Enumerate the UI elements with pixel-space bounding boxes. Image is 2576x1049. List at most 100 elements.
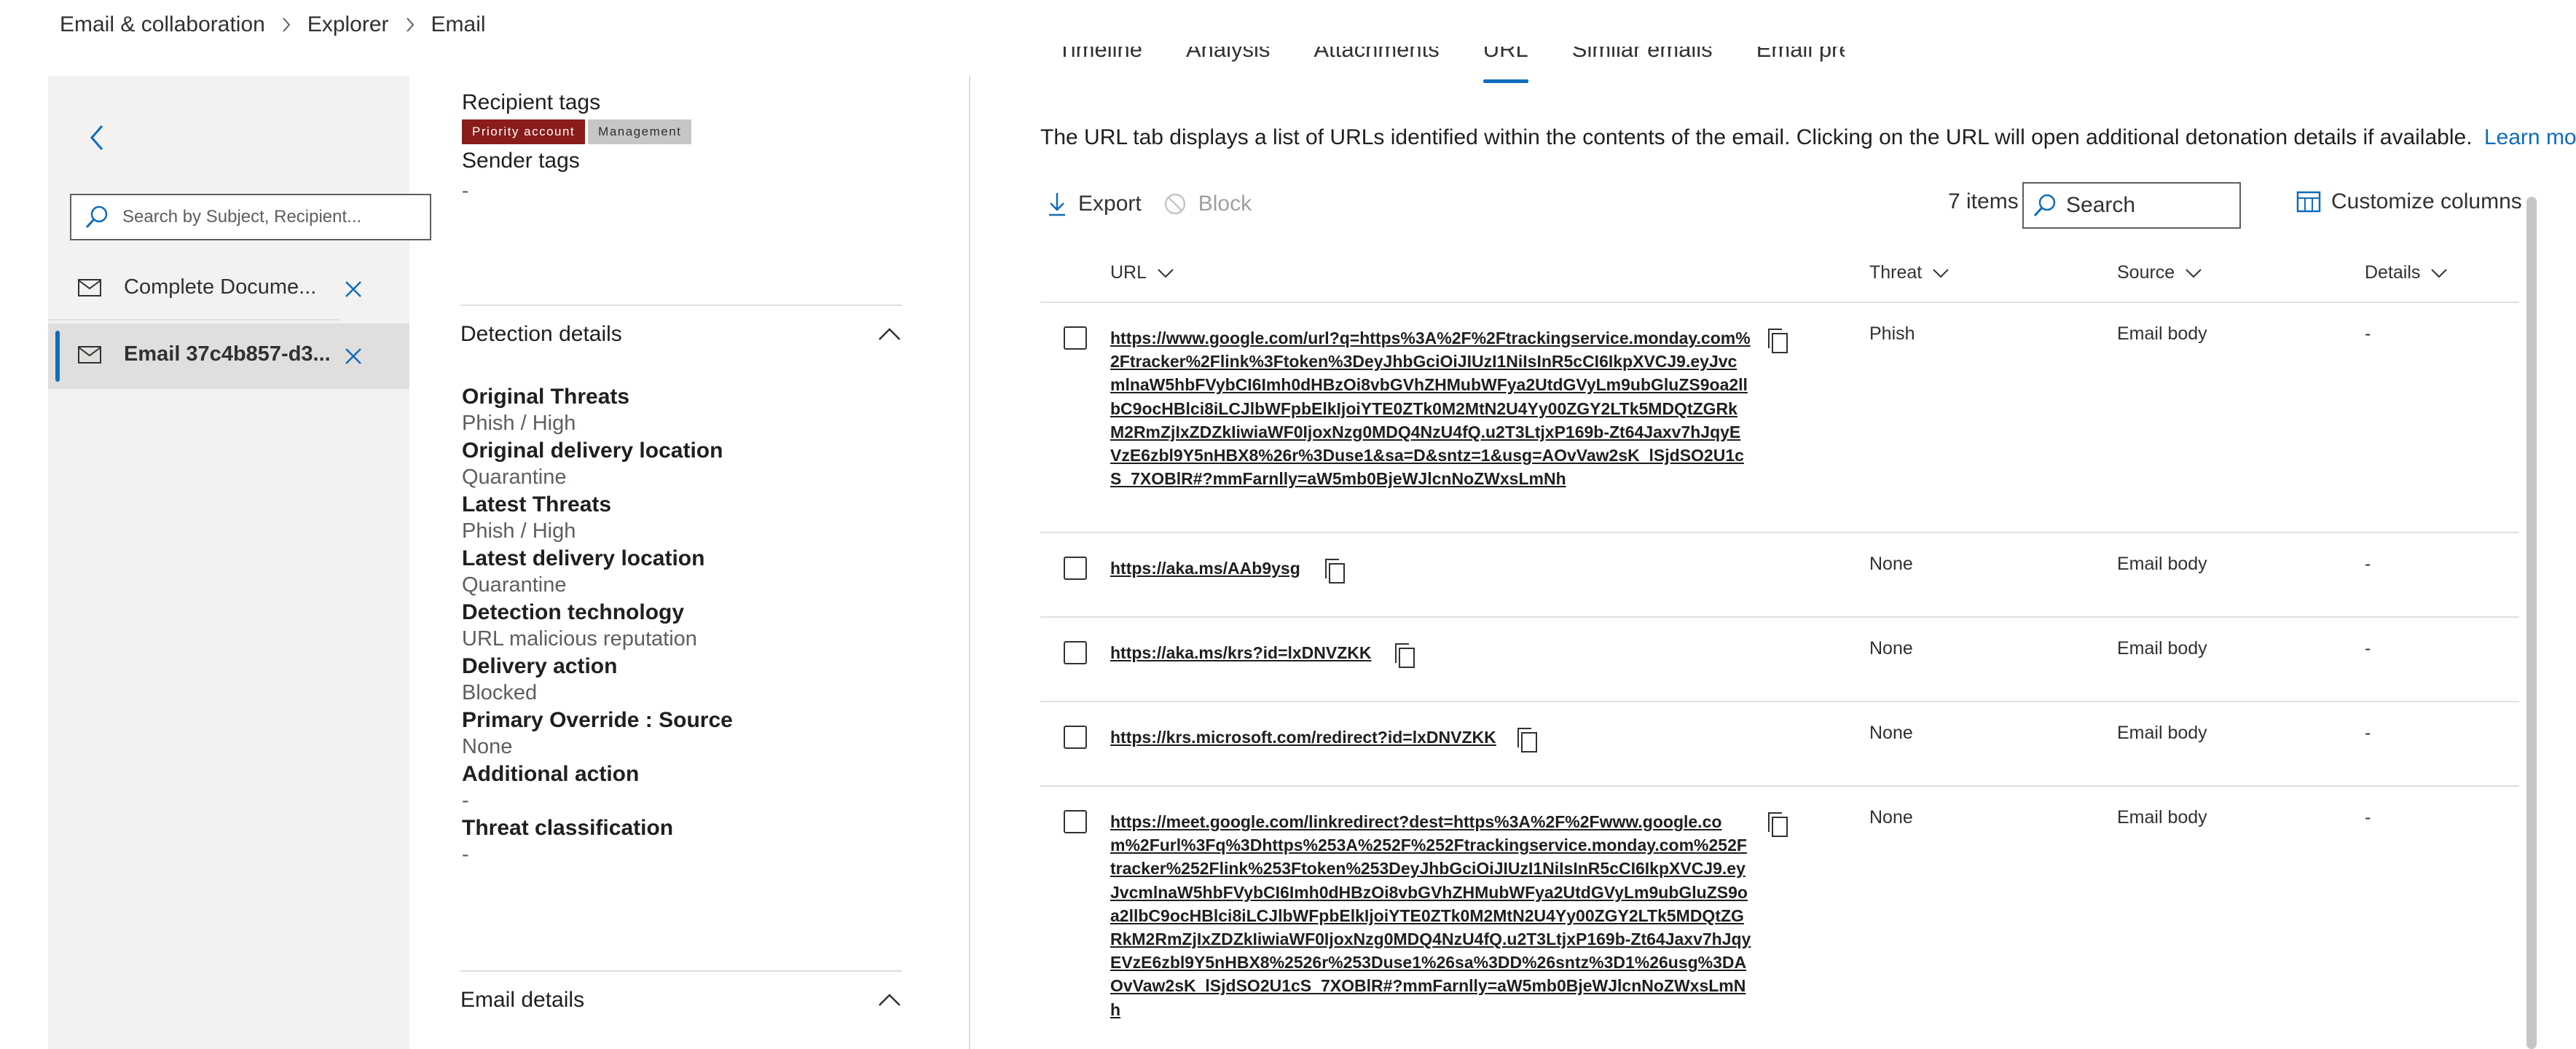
selection-indicator	[55, 331, 60, 382]
url-search-box[interactable]	[2022, 182, 2241, 229]
url-link[interactable]: https://www.google.com/url?q=https%3A%2F…	[1110, 326, 1751, 490]
copy-icon[interactable]	[1515, 727, 1539, 753]
detail-delivery-action: Delivery action Blocked	[462, 653, 899, 707]
nav-search-box[interactable]	[70, 194, 431, 240]
description-text: The URL tab displays a list of URLs iden…	[1040, 125, 2473, 149]
column-header-source[interactable]: Source	[2117, 262, 2202, 283]
threat-value: None	[1869, 638, 1913, 659]
url-tab-description: The URL tab displays a list of URLs iden…	[1040, 125, 2576, 150]
detail-value: -	[462, 789, 469, 812]
detail-latest-delivery-location: Latest delivery location Quarantine	[462, 545, 899, 599]
detail-value: Phish / High	[462, 519, 576, 543]
table-row[interactable]: https://www.google.com/url?q=https%3A%2F…	[1040, 303, 2519, 533]
detail-threat-classification: Threat classification -	[462, 814, 899, 868]
detail-label: Latest Threats	[462, 492, 612, 516]
column-header-url[interactable]: URL	[1110, 262, 1174, 283]
url-link[interactable]: https://meet.google.com/linkredirect?des…	[1110, 810, 1751, 1021]
tab-bar: Timeline Analysis Attachments URL Simila…	[1043, 47, 1845, 102]
tab-analysis[interactable]: Analysis	[1186, 47, 1270, 83]
learn-more-link[interactable]: Learn more	[2484, 125, 2576, 149]
block-icon	[1163, 192, 1187, 216]
details-value: -	[2365, 323, 2371, 344]
close-icon[interactable]	[339, 275, 367, 303]
detail-value: Blocked	[462, 681, 538, 704]
url-grid-header: URL Threat Source Details	[1040, 252, 2519, 303]
close-icon[interactable]	[339, 342, 367, 370]
detail-latest-threats: Latest Threats Phish / High	[462, 491, 899, 545]
mail-icon	[77, 345, 102, 368]
tab-timeline[interactable]: Timeline	[1058, 47, 1142, 83]
detection-details-title: Detection details	[460, 322, 622, 346]
row-checkbox[interactable]	[1064, 641, 1087, 664]
url-link[interactable]: https://aka.ms/AAb9ysg	[1110, 557, 1300, 580]
chevron-down-icon	[1932, 268, 1949, 278]
url-toolbar: Export Block 7 items Customize columns	[1048, 182, 2522, 229]
back-button[interactable]	[80, 119, 112, 156]
vertical-scrollbar[interactable]	[2526, 197, 2537, 1049]
url-link[interactable]: https://aka.ms/krs?id=lxDNVZKK	[1110, 641, 1372, 664]
customize-columns-label: Customize columns	[2331, 189, 2522, 213]
block-button[interactable]: Block	[1163, 192, 1252, 216]
tab-similar-emails[interactable]: Similar emails	[1572, 47, 1713, 83]
email-details-header[interactable]: Email details	[460, 970, 902, 1029]
detail-label: Original Threats	[462, 385, 630, 409]
pane-divider	[969, 76, 970, 1049]
row-checkbox[interactable]	[1064, 326, 1087, 350]
source-value: Email body	[2117, 807, 2207, 828]
detail-value: None	[462, 735, 513, 758]
copy-icon[interactable]	[1766, 812, 1789, 838]
chevron-down-icon	[2430, 268, 2448, 278]
export-button[interactable]: Export	[1048, 192, 1142, 216]
breadcrumb-email-collaboration[interactable]: Email & collaboration	[60, 12, 265, 37]
copy-icon[interactable]	[1766, 328, 1789, 354]
column-label: URL	[1110, 262, 1147, 283]
nav-item-label: Complete Docume...	[124, 275, 317, 299]
threat-value: None	[1869, 554, 1913, 574]
recipient-tags-title: Recipient tags	[462, 90, 601, 114]
mail-icon	[77, 278, 102, 301]
sender-tags-value: -	[462, 179, 469, 202]
chevron-up-icon	[879, 328, 900, 340]
breadcrumb-explorer[interactable]: Explorer	[307, 12, 389, 37]
detail-original-threats: Original Threats Phish / High	[462, 383, 899, 437]
url-search-input[interactable]	[2066, 193, 2226, 218]
block-label: Block	[1198, 192, 1252, 216]
customize-columns-button[interactable]: Customize columns	[2296, 189, 2522, 214]
row-checkbox[interactable]	[1064, 726, 1087, 749]
row-checkbox[interactable]	[1064, 557, 1087, 580]
detail-label: Threat classification	[462, 816, 674, 840]
tab-attachments[interactable]: Attachments	[1313, 47, 1439, 83]
column-label: Details	[2365, 262, 2421, 283]
email-navigation-pane: Complete Docume... Email 37c4b857-d3...	[48, 76, 431, 1049]
detail-label: Additional action	[462, 762, 640, 786]
back-arrow-icon	[90, 125, 103, 150]
tags-row: Priority account Management	[462, 119, 692, 144]
chevron-right-icon	[281, 17, 291, 33]
priority-account-tag: Priority account	[462, 119, 586, 144]
nav-search-input[interactable]	[122, 207, 414, 227]
row-checkbox[interactable]	[1064, 810, 1087, 833]
table-row[interactable]: https://aka.ms/AAb9ysg None Email body -	[1040, 533, 2519, 618]
detail-label: Detection technology	[462, 600, 685, 624]
nav-item-complete-document[interactable]: Complete Docume...	[48, 256, 409, 322]
details-value: -	[2365, 638, 2371, 659]
download-icon	[1048, 192, 1067, 216]
detail-additional-action: Additional action -	[462, 761, 899, 814]
tab-url[interactable]: URL	[1483, 47, 1528, 83]
url-link[interactable]: https://krs.microsoft.com/redirect?id=lx…	[1110, 726, 1496, 749]
table-row[interactable]: https://meet.google.com/linkredirect?des…	[1040, 787, 2519, 1049]
detail-label: Delivery action	[462, 654, 618, 678]
column-header-threat[interactable]: Threat	[1869, 262, 1949, 283]
copy-icon[interactable]	[1323, 558, 1346, 584]
table-row[interactable]: https://aka.ms/krs?id=lxDNVZKK None Emai…	[1040, 618, 2519, 702]
detection-details-list: Original Threats Phish / High Original d…	[462, 383, 899, 868]
tab-email-preview[interactable]: Email preview	[1756, 47, 1845, 83]
breadcrumb-email: Email	[431, 12, 486, 36]
details-value: -	[2365, 554, 2371, 574]
detail-detection-technology: Detection technology URL malicious reput…	[462, 599, 899, 653]
nav-item-email-selected[interactable]: Email 37c4b857-d3...	[48, 323, 409, 389]
column-header-details[interactable]: Details	[2365, 262, 2448, 283]
detection-details-header[interactable]: Detection details	[460, 305, 902, 363]
table-row[interactable]: https://krs.microsoft.com/redirect?id=lx…	[1040, 702, 2519, 787]
copy-icon[interactable]	[1393, 643, 1416, 669]
